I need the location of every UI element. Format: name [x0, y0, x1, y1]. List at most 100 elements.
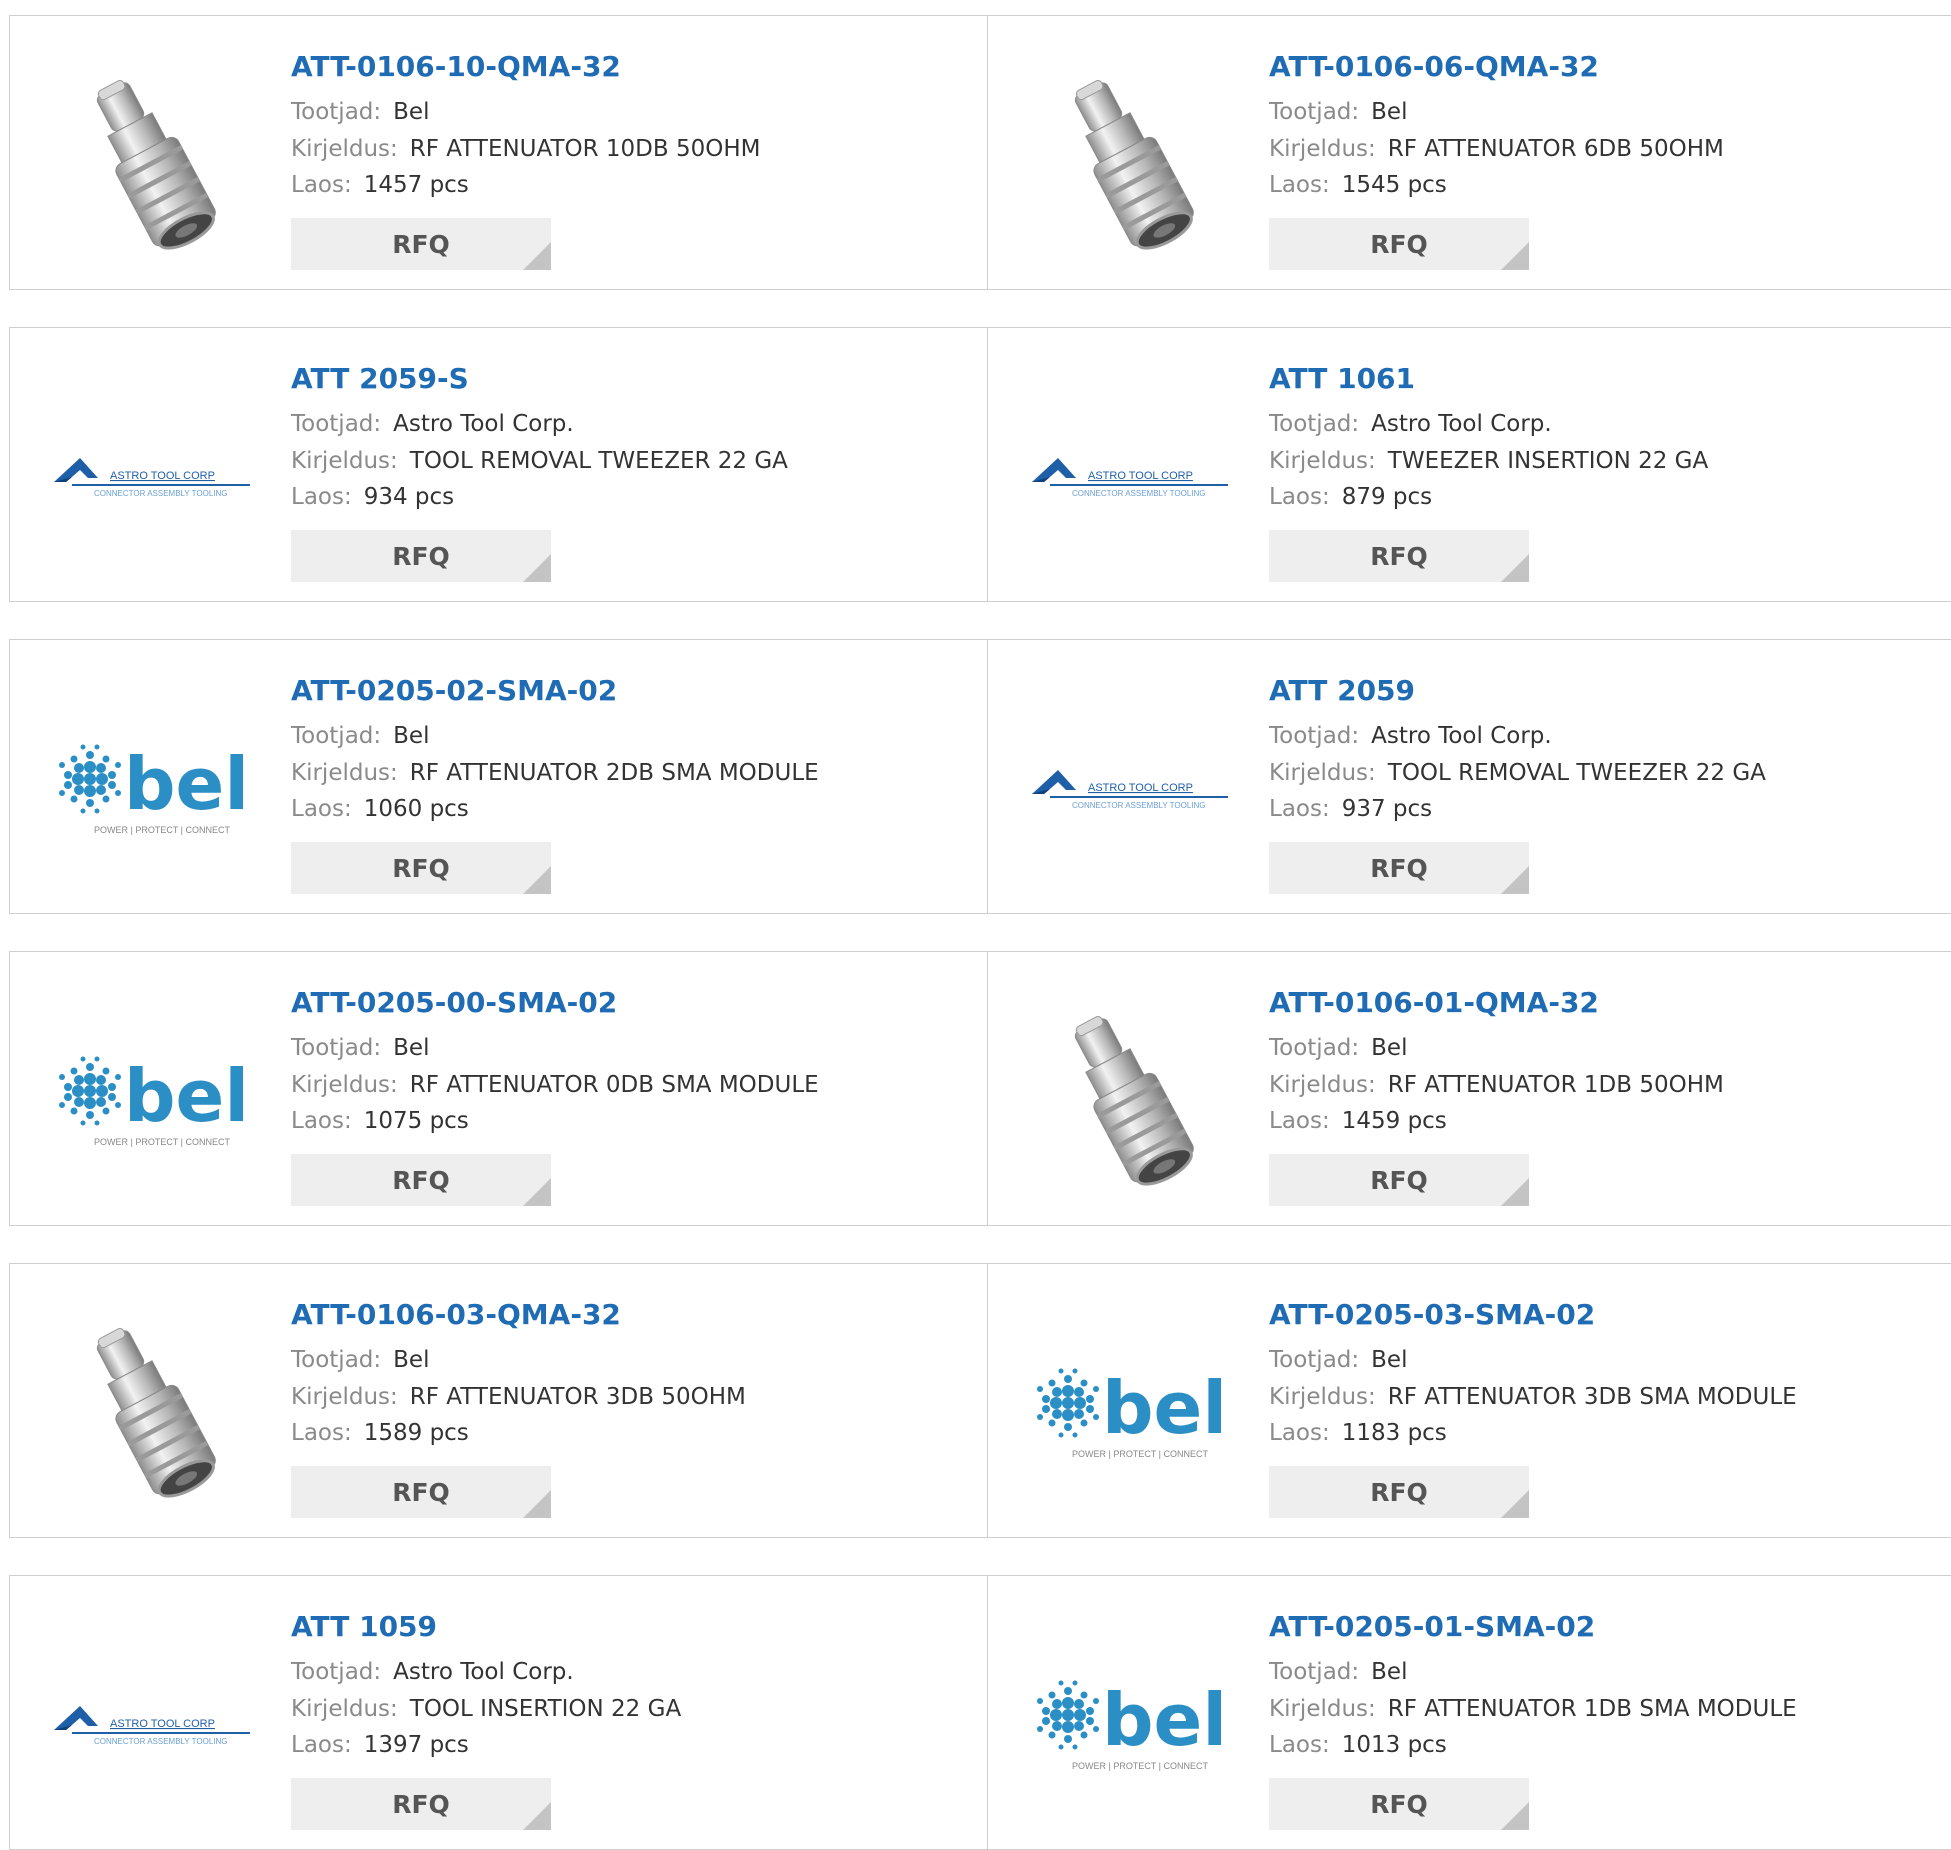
rfq-button[interactable]: RFQ — [1269, 1466, 1529, 1518]
product-image[interactable] — [1028, 64, 1232, 268]
rfq-button[interactable]: RFQ — [1269, 218, 1529, 270]
rfq-corner-decoration — [523, 242, 551, 270]
description-field: Kirjeldus: RF ATTENUATOR 3DB SMA MODULE — [1269, 1384, 1797, 1410]
stock-value: 1075 pcs — [363, 1108, 469, 1134]
description-label: Kirjeldus: — [291, 136, 398, 162]
product-image[interactable]: ASTRO TOOL CORP CONNECTOR ASSEMBLY TOOLI… — [1028, 688, 1232, 892]
bel-logo-icon: bel POWER | PROTECT | CONNECT — [1037, 1366, 1227, 1459]
bel-logo-tagline: POWER | PROTECT | CONNECT — [94, 1137, 231, 1147]
rfq-corner-decoration — [1501, 1178, 1529, 1206]
manufacturer-label: Tootjad: — [291, 1347, 382, 1373]
rfq-button[interactable]: RFQ — [291, 842, 551, 894]
description-field: Kirjeldus: RF ATTENUATOR 2DB SMA MODULE — [291, 760, 819, 786]
product-image[interactable]: bel POWER | PROTECT | CONNECT — [50, 688, 254, 892]
rfq-button[interactable]: RFQ — [1269, 1154, 1529, 1206]
description-field: Kirjeldus: TOOL REMOVAL TWEEZER 22 GA — [1269, 760, 1766, 786]
product-part-number[interactable]: ATT-0106-03-QMA-32 — [291, 1298, 621, 1331]
description-field: Kirjeldus: RF ATTENUATOR 10DB 50OHM — [291, 136, 761, 162]
manufacturer-field: Tootjad: Astro Tool Corp. — [291, 411, 574, 437]
astro-logo-tagline: CONNECTOR ASSEMBLY TOOLING — [1072, 801, 1206, 810]
product-image[interactable]: bel POWER | PROTECT | CONNECT — [1028, 1624, 1232, 1828]
description-field: Kirjeldus: TOOL INSERTION 22 GA — [291, 1696, 681, 1722]
astro-logo-name: ASTRO TOOL CORP — [1088, 470, 1193, 482]
product-image[interactable]: bel POWER | PROTECT | CONNECT — [50, 1000, 254, 1204]
product-part-number[interactable]: ATT 1059 — [291, 1610, 437, 1643]
bel-logo-tagline: POWER | PROTECT | CONNECT — [1072, 1761, 1209, 1771]
manufacturer-value: Bel — [1371, 1347, 1408, 1373]
description-value: TOOL INSERTION 22 GA — [409, 1696, 682, 1722]
product-part-number[interactable]: ATT-0106-06-QMA-32 — [1269, 50, 1599, 83]
stock-field: Laos: 1060 pcs — [291, 796, 469, 822]
rfq-button[interactable]: RFQ — [291, 1154, 551, 1206]
rfq-button[interactable]: RFQ — [291, 1466, 551, 1518]
rfq-button-label: RFQ — [1370, 1477, 1428, 1507]
stock-value: 934 pcs — [363, 484, 455, 510]
product-image[interactable] — [1028, 1000, 1232, 1204]
rfq-button[interactable]: RFQ — [291, 1778, 551, 1830]
product-image[interactable]: ASTRO TOOL CORP CONNECTOR ASSEMBLY TOOLI… — [50, 376, 254, 580]
description-field: Kirjeldus: RF ATTENUATOR 6DB 50OHM — [1269, 136, 1724, 162]
product-part-number[interactable]: ATT-0205-03-SMA-02 — [1269, 1298, 1595, 1331]
astro-logo-name: ASTRO TOOL CORP — [110, 470, 215, 482]
manufacturer-field: Tootjad: Bel — [1269, 1035, 1407, 1061]
description-field: Kirjeldus: RF ATTENUATOR 0DB SMA MODULE — [291, 1072, 819, 1098]
stock-label: Laos: — [291, 1420, 352, 1446]
stock-label: Laos: — [1269, 796, 1330, 822]
rfq-button-label: RFQ — [1370, 229, 1428, 259]
stock-field: Laos: 1457 pcs — [291, 172, 469, 198]
rfq-button[interactable]: RFQ — [1269, 1778, 1529, 1830]
description-field: Kirjeldus: TOOL REMOVAL TWEEZER 22 GA — [291, 448, 788, 474]
product-part-number[interactable]: ATT-0205-02-SMA-02 — [291, 674, 617, 707]
bel-logo-name: bel — [1102, 1678, 1227, 1762]
description-value: RF ATTENUATOR 1DB 50OHM — [1387, 1072, 1724, 1098]
rfq-button[interactable]: RFQ — [291, 218, 551, 270]
stock-field: Laos: 879 pcs — [1269, 484, 1432, 510]
rfq-corner-decoration — [1501, 866, 1529, 894]
stock-value: 1457 pcs — [363, 172, 469, 198]
description-value: TOOL REMOVAL TWEEZER 22 GA — [409, 448, 788, 474]
product-image[interactable] — [50, 1312, 254, 1516]
description-field: Kirjeldus: RF ATTENUATOR 1DB 50OHM — [1269, 1072, 1724, 1098]
rfq-button-label: RFQ — [392, 1165, 450, 1195]
rfq-button[interactable]: RFQ — [291, 530, 551, 582]
rfq-button-label: RFQ — [1370, 541, 1428, 571]
product-grid: ATT-0106-10-QMA-32 Tootjad: Bel Kirjeldus… — [0, 0, 1951, 1850]
description-field: Kirjeldus: RF ATTENUATOR 3DB 50OHM — [291, 1384, 746, 1410]
product-row: bel POWER | PROTECT | CONNECT ATT-0205-0… — [9, 951, 1951, 1226]
product-image[interactable]: ASTRO TOOL CORP CONNECTOR ASSEMBLY TOOLI… — [50, 1624, 254, 1828]
stock-field: Laos: 1075 pcs — [291, 1108, 469, 1134]
astro-logo-name: ASTRO TOOL CORP — [1088, 782, 1193, 794]
connector-photo-icon — [1074, 1015, 1194, 1186]
product-part-number[interactable]: ATT-0205-01-SMA-02 — [1269, 1610, 1595, 1643]
stock-label: Laos: — [291, 1108, 352, 1134]
product-part-number[interactable]: ATT 2059-S — [291, 362, 469, 395]
product-part-number[interactable]: ATT-0106-01-QMA-32 — [1269, 986, 1599, 1019]
product-card: ATT-0106-06-QMA-32 Tootjad: Bel Kirjeldus… — [988, 16, 1951, 289]
description-value: RF ATTENUATOR 0DB SMA MODULE — [409, 1072, 819, 1098]
rfq-corner-decoration — [523, 1178, 551, 1206]
stock-value: 1397 pcs — [363, 1732, 469, 1758]
rfq-button[interactable]: RFQ — [1269, 842, 1529, 894]
product-row: ASTRO TOOL CORP CONNECTOR ASSEMBLY TOOLI… — [9, 1575, 1951, 1850]
stock-value: 879 pcs — [1341, 484, 1433, 510]
rfq-button[interactable]: RFQ — [1269, 530, 1529, 582]
product-part-number[interactable]: ATT 1061 — [1269, 362, 1415, 395]
product-part-number[interactable]: ATT-0106-10-QMA-32 — [291, 50, 621, 83]
rfq-button-label: RFQ — [392, 1477, 450, 1507]
product-part-number[interactable]: ATT 2059 — [1269, 674, 1415, 707]
astro-logo-tagline: CONNECTOR ASSEMBLY TOOLING — [94, 489, 228, 498]
manufacturer-field: Tootjad: Astro Tool Corp. — [1269, 723, 1552, 749]
stock-value: 1589 pcs — [363, 1420, 469, 1446]
product-part-number[interactable]: ATT-0205-00-SMA-02 — [291, 986, 617, 1019]
description-label: Kirjeldus: — [1269, 760, 1376, 786]
manufacturer-value: Bel — [1371, 1035, 1408, 1061]
rfq-button-label: RFQ — [1370, 853, 1428, 883]
stock-label: Laos: — [291, 172, 352, 198]
product-image[interactable]: ASTRO TOOL CORP CONNECTOR ASSEMBLY TOOLI… — [1028, 376, 1232, 580]
manufacturer-value: Astro Tool Corp. — [1371, 411, 1552, 437]
product-image[interactable] — [50, 64, 254, 268]
description-label: Kirjeldus: — [291, 1072, 398, 1098]
product-image[interactable]: bel POWER | PROTECT | CONNECT — [1028, 1312, 1232, 1516]
description-label: Kirjeldus: — [1269, 448, 1376, 474]
manufacturer-label: Tootjad: — [291, 723, 382, 749]
